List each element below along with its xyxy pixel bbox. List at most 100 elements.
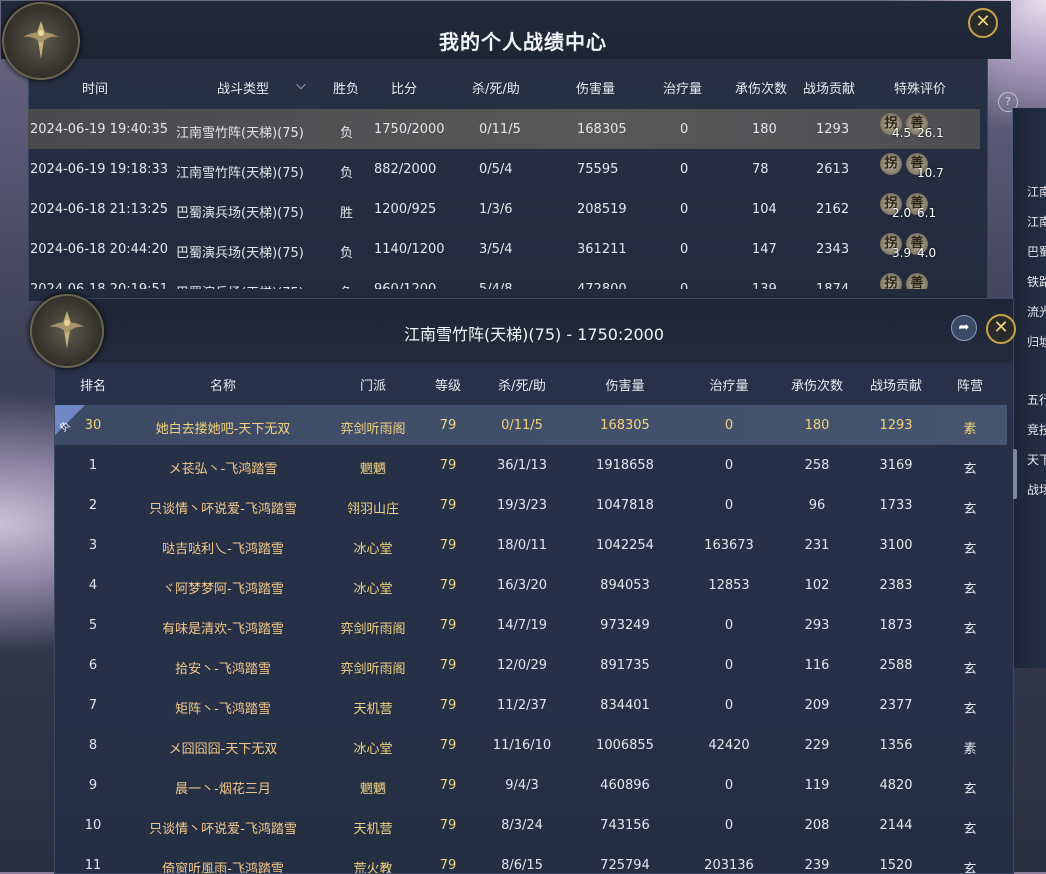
level-cell: 79 <box>439 858 457 873</box>
type-cell: 江南雪竹阵(天梯)(75) <box>176 126 304 141</box>
contrib-cell: 1873 <box>879 618 913 633</box>
name-cell: 只谈情丶吥说爱-飞鸿踏雪 <box>149 822 297 837</box>
column-header: 阵营 <box>956 379 984 394</box>
time-cell: 2024-06-19 19:18:33 <box>30 162 169 177</box>
time-cell: 2024-06-18 20:44:20 <box>30 242 169 257</box>
table-row[interactable]: 6 拾安丶-飞鸿踏雪 弈剑听雨阁 79 12/0/29 891735 0 116 2588 玄 <box>55 645 1007 685</box>
level-cell: 79 <box>439 418 457 433</box>
side-panel-item[interactable]: 五行 <box>1027 391 1046 408</box>
camp-cell: 玄 <box>963 462 977 477</box>
contrib-cell: 1874 <box>816 282 849 289</box>
rating-value: 2.0 <box>892 206 912 220</box>
damage-cell: 891735 <box>600 658 650 673</box>
kda-cell: 11/2/37 <box>496 698 548 713</box>
damage-cell: 208519 <box>577 202 627 217</box>
column-header[interactable]: 战斗类型 <box>217 78 269 97</box>
camp-cell: 玄 <box>963 622 977 637</box>
hits-cell: 116 <box>804 658 830 673</box>
rank-cell: 3 <box>88 538 98 553</box>
table-row[interactable]: 2024-06-18 20:44:20 巴蜀演兵场(天梯)(75) 负 1140/12… <box>28 229 980 269</box>
heal-cell: 0 <box>724 418 734 433</box>
hits-cell: 209 <box>804 698 830 713</box>
rank-cell: 11 <box>84 858 102 873</box>
share-button[interactable]: ➦ <box>951 315 977 341</box>
table-row[interactable]: 9 晨一丶-烟花三月 魍魉 79 9/4/3 460896 0 119 4820 玄 <box>55 765 1007 805</box>
result-cell: 胜 <box>340 206 354 221</box>
heal-cell: 0 <box>724 698 734 713</box>
heal-cell: 0 <box>724 618 734 633</box>
name-cell: メ囧囧囧-天下无双 <box>168 742 278 757</box>
column-header: 治疗量 <box>709 379 749 394</box>
score-cell: 1140/1200 <box>374 242 445 257</box>
table-row[interactable]: 2024-06-18 20:19:51 巴蜀演兵场(天梯)(75) 负 960/120… <box>28 269 980 289</box>
kda-cell: 1/3/6 <box>479 202 513 217</box>
heal-cell: 0 <box>680 242 689 257</box>
table-row[interactable]: 7 矩阵丶-飞鸿踏雪 天机营 79 11/2/37 834401 0 209 2377 玄 <box>55 685 1007 725</box>
damage-cell: 472800 <box>577 282 627 289</box>
table-row[interactable]: 2024-06-18 21:13:25 巴蜀演兵场(天梯)(75) 胜 1200/92… <box>28 189 980 229</box>
side-panel-item[interactable]: 流光 <box>1027 303 1046 320</box>
kda-cell: 3/5/4 <box>479 242 513 257</box>
emblem-icon <box>30 294 104 368</box>
name-cell: 哒吉哒利乀-飞鸿踏雪 <box>162 542 284 557</box>
side-panel-item[interactable]: 战场 <box>1027 481 1046 498</box>
table-row[interactable]: 负 30 她白去搂她吧-天下无双 弈剑听雨阁 79 0/11/5 168305 0 180 129… <box>55 405 1007 445</box>
rating-value: 3.9 <box>892 246 912 260</box>
column-header: 伤害量 <box>576 82 616 97</box>
table-row[interactable]: 2024-06-19 19:40:35 江南雪竹阵(天梯)(75) 负 1750/20… <box>28 109 980 149</box>
table-row[interactable]: 3 哒吉哒利乀-飞鸿踏雪 冰心堂 79 18/0/11 1042254 163673 231 3… <box>55 525 1007 565</box>
damage-cell: 1918658 <box>596 458 654 473</box>
contrib-cell: 3100 <box>879 538 913 553</box>
table-row[interactable]: 5 有味是清欢-飞鸿踏雪 弈剑听雨阁 79 14/7/19 973249 0 293 1873 玄 <box>55 605 1007 645</box>
side-panel-item[interactable]: 巴蜀 <box>1027 243 1046 260</box>
name-cell: メ苌弘丶-飞鸿踏雪 <box>168 462 278 477</box>
contrib-cell: 2588 <box>879 658 913 673</box>
side-panel-item[interactable]: 江南 <box>1027 213 1046 230</box>
table-row[interactable]: 1 メ苌弘丶-飞鸿踏雪 魍魉 79 36/1/13 1918658 0 258 3169 玄 <box>55 445 1007 485</box>
contrib-cell: 2613 <box>816 162 850 177</box>
time-cell: 2024-06-18 20:19:51 <box>30 282 168 289</box>
damage-cell: 75595 <box>577 162 619 177</box>
camp-cell: 玄 <box>963 542 977 557</box>
hits-cell: 102 <box>804 578 830 593</box>
close-detail-button[interactable]: ✕ <box>986 314 1016 344</box>
camp-cell: 玄 <box>963 582 977 597</box>
hits-cell: 139 <box>752 282 777 289</box>
camp-cell: 素 <box>963 742 977 757</box>
scrollbar[interactable] <box>1013 449 1017 499</box>
table-row[interactable]: 2 只谈情丶吥说爱-飞鸿踏雪 翎羽山庄 79 19/3/23 1047818 0 96 1733… <box>55 485 1007 525</box>
rank-cell: 1 <box>88 458 98 473</box>
page-title: 我的个人战绩中心 <box>439 30 607 54</box>
table-row[interactable]: 4 ヾ阿梦梦阿-飞鸿踏雪 冰心堂 79 16/3/20 894053 12853 102 238… <box>55 565 1007 605</box>
hits-cell: 208 <box>804 818 830 833</box>
column-header: 伤害量 <box>605 379 645 394</box>
sect-cell: 弈剑听雨阁 <box>340 422 406 437</box>
side-panel-item[interactable]: 归墟 <box>1027 333 1046 350</box>
table-row[interactable]: 2024-06-19 19:18:33 江南雪竹阵(天梯)(75) 负 882/200… <box>28 149 980 189</box>
side-panel-item[interactable]: 天下 <box>1027 451 1046 468</box>
contrib-cell: 4820 <box>879 778 913 793</box>
side-panel-item[interactable]: 江南 <box>1027 183 1046 200</box>
table-row[interactable]: 10 只谈情丶吥说爱-飞鸿踏雪 天机营 79 8/3/24 743156 0 208 2144 玄 <box>55 805 1007 845</box>
heal-cell: 12853 <box>708 578 750 593</box>
side-panel-item[interactable]: 竞技 <box>1027 421 1046 438</box>
level-cell: 79 <box>439 818 457 833</box>
result-cell: 负 <box>340 246 354 261</box>
name-cell: 倚窗听風雨-飞鸿踏雪 <box>162 862 284 873</box>
contrib-cell: 1733 <box>879 498 913 513</box>
table-row[interactable]: 8 メ囧囧囧-天下无双 冰心堂 79 11/16/10 1006855 42420 229 13… <box>55 725 1007 765</box>
chevron-down-icon[interactable]: ⌵ <box>296 78 306 93</box>
side-panel-item[interactable]: 铁路 <box>1027 273 1046 290</box>
hits-cell: 258 <box>804 458 830 473</box>
damage-cell: 1006855 <box>596 738 654 753</box>
score-cell: 882/2000 <box>374 162 437 177</box>
column-header: 战场贡献 <box>869 379 923 394</box>
damage-cell: 361211 <box>577 242 627 257</box>
camp-cell: 玄 <box>963 502 977 517</box>
rating-badge-icon: 拐 <box>880 273 902 289</box>
level-cell: 79 <box>439 458 457 473</box>
close-button[interactable]: ✕ <box>968 8 998 38</box>
table-row[interactable]: 11 倚窗听風雨-飞鸿踏雪 荒火教 79 8/6/15 725794 203136 239 15… <box>55 845 1007 873</box>
kda-cell: 0/11/5 <box>479 122 521 137</box>
heal-cell: 163673 <box>704 538 754 553</box>
